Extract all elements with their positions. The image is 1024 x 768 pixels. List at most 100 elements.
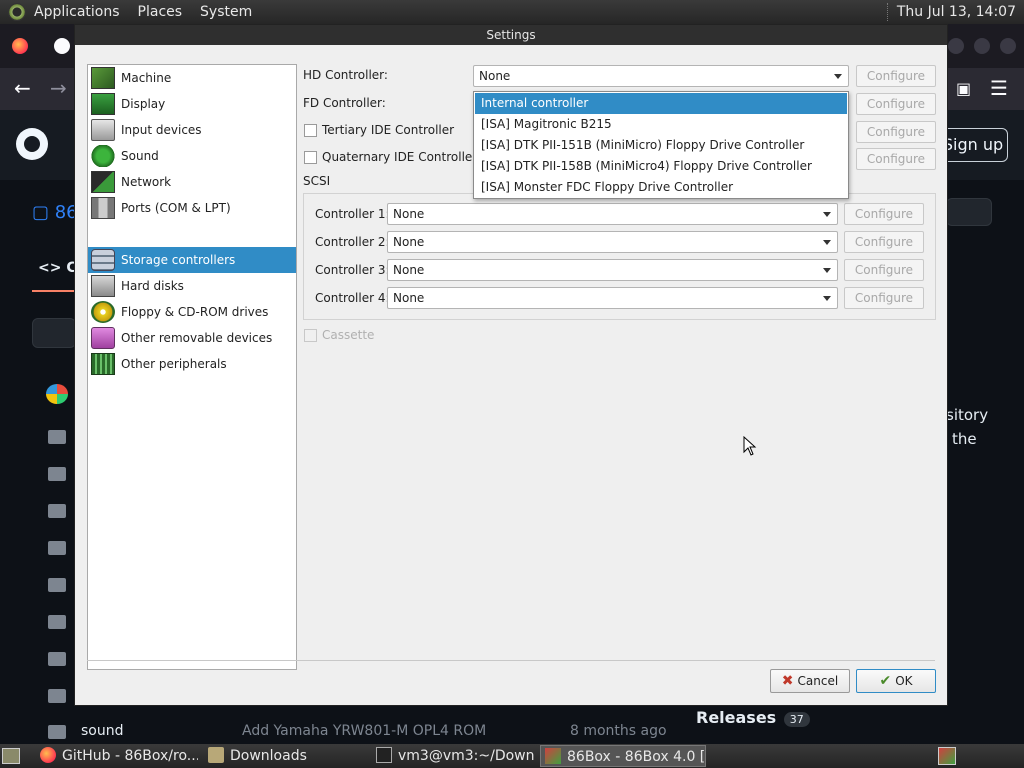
sound-icon: [91, 145, 115, 167]
quaternary-configure-button[interactable]: Configure: [856, 148, 936, 170]
nav-item-input-devices[interactable]: Input devices: [88, 117, 296, 143]
commit-age: 8 months ago: [570, 723, 667, 739]
nav-item-machine[interactable]: Machine: [88, 65, 296, 91]
window-button-icon[interactable]: [974, 38, 990, 54]
task-github-firefox[interactable]: GitHub - 86Box/ro...: [36, 745, 198, 767]
hd-controller-select[interactable]: None: [473, 65, 849, 87]
folder-icon: [48, 467, 66, 481]
folder-icon: [48, 430, 66, 444]
cassette-checkbox[interactable]: [304, 329, 317, 342]
chevron-down-icon: [823, 296, 831, 301]
extensions-icon[interactable]: ▣: [956, 79, 971, 98]
nav-item-network[interactable]: Network: [88, 169, 296, 195]
hd-configure-button[interactable]: Configure: [856, 65, 936, 87]
scsi-controller-4-select[interactable]: None: [387, 287, 838, 309]
folder-icon: [48, 541, 66, 555]
cancel-button[interactable]: ✖ Cancel: [770, 669, 850, 693]
sign-up-button[interactable]: Sign up: [938, 128, 1008, 162]
tertiary-configure-button[interactable]: Configure: [856, 121, 936, 143]
display-icon: [91, 93, 115, 115]
scsi-controller-3-label: Controller 3:: [315, 263, 390, 277]
fd-configure-button[interactable]: Configure: [856, 93, 936, 115]
tertiary-ide-checkbox[interactable]: [304, 124, 317, 137]
repo-name-partial[interactable]: ▢ 86: [32, 202, 78, 223]
menu-applications[interactable]: Applications: [34, 4, 120, 20]
folder-icon: [48, 725, 66, 739]
scsi-3-configure-button[interactable]: Configure: [844, 259, 924, 281]
scsi-controller-1-select[interactable]: None: [387, 203, 838, 225]
scsi-1-configure-button[interactable]: Configure: [844, 203, 924, 225]
fd-option-dtk-pii-158b[interactable]: [ISA] DTK PII-158B (MiniMicro4) Floppy D…: [475, 156, 847, 177]
github-logo-icon[interactable]: [16, 128, 48, 160]
fd-controller-dropdown-list: Internal controller [ISA] Magitronic B21…: [473, 91, 849, 199]
about-text-partial: sitory: [946, 406, 989, 424]
hard-disks-icon: [91, 275, 115, 297]
fd-option-magitronic-b215[interactable]: [ISA] Magitronic B215: [475, 114, 847, 135]
nav-item-hard-disks[interactable]: Hard disks: [88, 273, 296, 299]
show-desktop-icon[interactable]: [2, 748, 20, 764]
window-button-icon[interactable]: [948, 38, 964, 54]
gnome-foot-icon[interactable]: [8, 3, 26, 21]
folder-icon: [48, 689, 66, 703]
github-tab-icon[interactable]: [54, 38, 70, 54]
tertiary-ide-label: Tertiary IDE Controller: [322, 123, 455, 137]
fd-option-internal-controller[interactable]: Internal controller: [475, 93, 847, 114]
fd-option-monster-fdc[interactable]: [ISA] Monster FDC Floppy Drive Controlle…: [475, 177, 847, 198]
taskbar: GitHub - 86Box/ro... Downloads vm3@vm3:~…: [0, 744, 1024, 768]
nav-item-removable-devices[interactable]: Other removable devices: [88, 325, 296, 351]
back-arrow-icon[interactable]: ←: [14, 76, 31, 100]
removable-devices-icon: [91, 327, 115, 349]
releases-heading[interactable]: Releases 37: [696, 708, 810, 727]
branch-button-partial[interactable]: [32, 318, 76, 348]
mouse-cursor-icon: [743, 436, 757, 456]
folder-icon: [48, 504, 66, 518]
window-button-icon[interactable]: [1000, 38, 1016, 54]
chevron-down-icon: [823, 268, 831, 273]
scsi-2-configure-button[interactable]: Configure: [844, 231, 924, 253]
scsi-controller-2-select[interactable]: None: [387, 231, 838, 253]
task-86box[interactable]: 86Box - 86Box 4.0 [...: [540, 745, 706, 767]
nav-item-sound[interactable]: Sound: [88, 143, 296, 169]
top-panel: Applications Places System Thu Jul 13, 1…: [0, 0, 1024, 24]
scsi-4-configure-button[interactable]: Configure: [844, 287, 924, 309]
forward-arrow-icon[interactable]: →: [50, 76, 67, 100]
firefox-icon: [40, 747, 56, 763]
menu-system[interactable]: System: [200, 4, 252, 20]
quaternary-ide-label: Quaternary IDE Controller: [322, 150, 478, 164]
nav-item-storage-controllers[interactable]: Storage controllers: [88, 247, 296, 273]
tray-86box-icon[interactable]: [938, 747, 956, 765]
ok-button[interactable]: ✔ OK: [856, 669, 936, 693]
code-tab-partial[interactable]: <> C: [38, 260, 77, 276]
floppy-cdrom-icon: [91, 301, 115, 323]
ok-check-icon: ✔: [879, 673, 892, 689]
commit-message[interactable]: Add Yamaha YRW801-M OPL4 ROM: [242, 723, 486, 739]
86box-icon: [545, 748, 561, 764]
releases-count-badge: 37: [783, 712, 810, 727]
folder-icon: [48, 652, 66, 666]
nav-item-floppy-cdrom[interactable]: Floppy & CD-ROM drives: [88, 299, 296, 325]
quaternary-ide-checkbox[interactable]: [304, 151, 317, 164]
firefox-icon[interactable]: [12, 38, 28, 54]
ports-icon: [91, 197, 115, 219]
network-icon: [91, 171, 115, 193]
scsi-controller-3-select[interactable]: None: [387, 259, 838, 281]
clock[interactable]: Thu Jul 13, 14:07: [897, 4, 1016, 20]
fd-option-dtk-pii-151b[interactable]: [ISA] DTK PII-151B (MiniMicro) Floppy Dr…: [475, 135, 847, 156]
task-downloads[interactable]: Downloads: [204, 745, 366, 767]
about-text-partial: the: [952, 430, 977, 448]
nav-item-display[interactable]: Display: [88, 91, 296, 117]
task-terminal[interactable]: vm3@vm3:~/Downl...: [372, 745, 534, 767]
hamburger-menu-icon[interactable]: ☰: [990, 76, 1008, 100]
file-name[interactable]: sound: [81, 723, 124, 739]
menu-places[interactable]: Places: [138, 4, 183, 20]
chevron-down-icon: [823, 240, 831, 245]
panel-separator: [886, 3, 889, 21]
scsi-controller-2-label: Controller 2:: [315, 235, 390, 249]
repo-dropdown-partial[interactable]: [946, 198, 992, 226]
nav-item-ports[interactable]: Ports (COM & LPT): [88, 195, 296, 221]
storage-controllers-icon: [91, 249, 115, 271]
cancel-x-icon: ✖: [781, 673, 794, 689]
chevron-down-icon: [834, 74, 842, 79]
nav-item-peripherals[interactable]: Other peripherals: [88, 351, 296, 377]
hd-controller-value: None: [479, 69, 511, 83]
